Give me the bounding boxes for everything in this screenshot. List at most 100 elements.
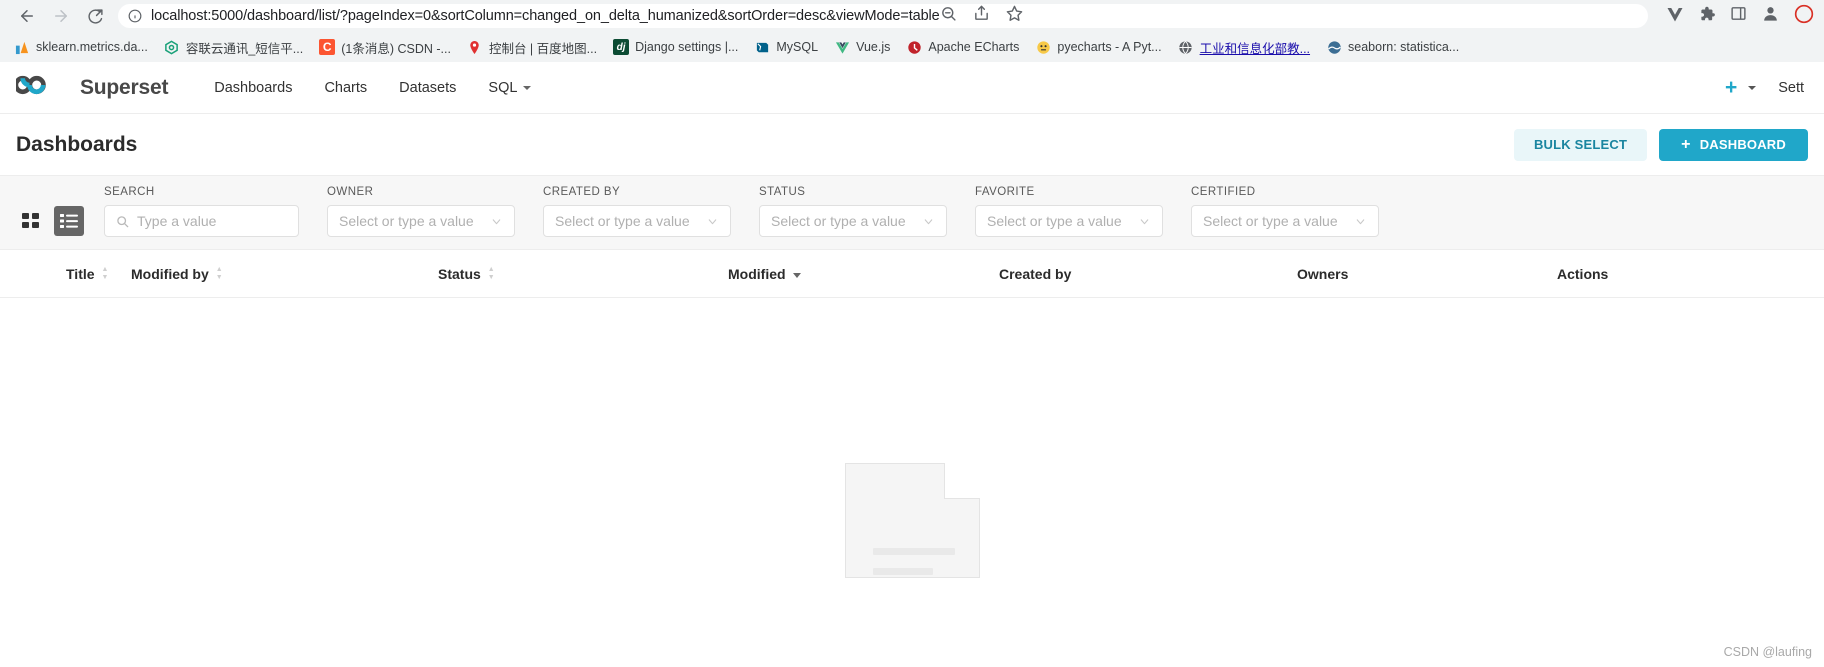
filter-created-by: CREATED BY Select or type a value (543, 186, 731, 237)
bookmarks-bar: sklearn.metrics.da... 容联云通讯_短信平... C (1条… (0, 32, 1824, 62)
certified-placeholder: Select or type a value (1203, 213, 1338, 229)
forward-button[interactable] (44, 1, 78, 31)
column-label: Modified by (131, 265, 209, 282)
nav-link-sql[interactable]: SQL (472, 74, 547, 102)
table-header-row: Title ▲ ▼ Modified by ▲ ▼ Status ▲ ▼ Modifi… (0, 250, 1824, 298)
bookmark-item[interactable]: dj Django settings |... (605, 36, 746, 58)
dashboards-table: Title ▲ ▼ Modified by ▲ ▼ Status ▲ ▼ Modifi… (0, 250, 1824, 578)
vue-devtools-icon[interactable] (1666, 5, 1684, 28)
bookmark-item[interactable]: pyecharts - A Pyt... (1027, 36, 1169, 58)
bookmark-label: Apache ECharts (928, 40, 1020, 54)
bookmark-label: pyecharts - A Pyt... (1057, 40, 1162, 54)
column-label: Owners (1297, 265, 1349, 282)
zoom-out-icon[interactable] (940, 5, 957, 27)
column-header-title[interactable]: Title ▲ ▼ (16, 266, 131, 282)
new-item-dropdown[interactable]: + (1725, 77, 1757, 98)
bookmark-label: (1条消息) CSDN -... (341, 41, 451, 56)
bookmark-item[interactable]: 工业和信息化部教... (1170, 35, 1318, 60)
filter-bar: SEARCH Type a value OWNER Select or type… (0, 176, 1824, 250)
filter-label: STATUS (759, 186, 806, 198)
echarts-icon (906, 39, 922, 55)
bookmark-label: Vue.js (856, 40, 891, 54)
document-fold (943, 463, 980, 499)
filters: SEARCH Type a value OWNER Select or type… (104, 186, 1808, 237)
navbar-right: + Sett (1725, 77, 1808, 98)
nav-link-datasets[interactable]: Datasets (383, 74, 472, 102)
new-dashboard-button[interactable]: + DASHBOARD (1659, 128, 1808, 161)
certified-select[interactable]: Select or type a value (1191, 205, 1379, 237)
search-icon (116, 215, 129, 228)
filter-label: FAVORITE (975, 186, 1035, 198)
profile-avatar-icon[interactable] (1761, 4, 1780, 28)
bookmark-item[interactable]: Vue.js (826, 36, 898, 58)
sort-desc-icon (792, 272, 801, 278)
page-header: Dashboards BULK SELECT + DASHBOARD (0, 114, 1824, 176)
bulk-select-button[interactable]: BULK SELECT (1513, 128, 1648, 161)
list-view-toggle[interactable] (54, 206, 84, 236)
column-label: Actions (1557, 265, 1609, 282)
navbar-links: Dashboards Charts Datasets SQL (198, 74, 547, 102)
bookmark-item[interactable]: MySQL (746, 36, 826, 58)
bookmark-item[interactable]: seaborn: statistica... (1318, 36, 1467, 58)
globe-icon (1178, 39, 1194, 55)
chevron-down-icon (490, 215, 503, 228)
share-icon[interactable] (973, 5, 990, 27)
settings-menu[interactable]: Sett (1778, 80, 1804, 96)
bookmark-label: 工业和信息化部教... (1199, 41, 1311, 56)
chevron-down-icon (706, 215, 719, 228)
document-line (872, 568, 933, 575)
bookmark-star-icon[interactable] (1006, 5, 1023, 27)
column-label: Created by (999, 265, 1072, 282)
superset-brand[interactable]: Superset (13, 73, 169, 102)
card-view-toggle[interactable] (16, 206, 46, 236)
search-placeholder: Type a value (137, 213, 217, 229)
chrome-menu-icon[interactable] (1794, 4, 1814, 29)
filter-certified: CERTIFIED Select or type a value (1191, 186, 1379, 237)
side-panel-icon[interactable] (1730, 5, 1747, 27)
search-input[interactable]: Type a value (104, 205, 299, 237)
address-bar[interactable]: localhost:5000/dashboard/list/?pageIndex… (118, 4, 1648, 28)
site-information-icon[interactable] (128, 9, 142, 23)
column-header-modified-by[interactable]: Modified by ▲ ▼ (131, 266, 438, 282)
owner-placeholder: Select or type a value (339, 213, 474, 229)
owner-select[interactable]: Select or type a value (327, 205, 515, 237)
reload-button[interactable] (78, 1, 112, 31)
column-header-status[interactable]: Status ▲ ▼ (438, 266, 728, 282)
bookmark-label: sklearn.metrics.da... (36, 40, 148, 54)
chevron-down-icon (523, 85, 532, 90)
filter-status: STATUS Select or type a value (759, 186, 947, 237)
bookmark-item[interactable]: C (1条消息) CSDN -... (311, 35, 459, 60)
bookmark-item[interactable]: 控制台 | 百度地图... (459, 35, 605, 60)
empty-document-icon (844, 463, 980, 578)
superset-infinity-logo (13, 73, 70, 102)
watermark: CSDN @laufing (1723, 645, 1812, 659)
brand-name: Superset (80, 75, 169, 99)
bookmark-item[interactable]: Apache ECharts (898, 36, 1027, 58)
nav-link-label: SQL (488, 79, 518, 96)
bookmark-item[interactable]: sklearn.metrics.da... (6, 36, 156, 58)
bookmark-item[interactable]: 容联云通讯_短信平... (156, 35, 311, 60)
omnibox-actions (940, 5, 1027, 27)
status-select[interactable]: Select or type a value (759, 205, 947, 237)
bookmark-label: MySQL (776, 40, 819, 54)
screenshot-root: localhost:5000/dashboard/list/?pageIndex… (0, 0, 1824, 667)
bookmark-label: 容联云通讯_短信平... (185, 41, 304, 56)
created-by-select[interactable]: Select or type a value (543, 205, 731, 237)
superset-navbar: Superset Dashboards Charts Datasets SQL … (0, 62, 1824, 114)
filter-search: SEARCH Type a value (104, 186, 299, 237)
chevron-down-icon (1748, 85, 1757, 90)
column-header-modified[interactable]: Modified (728, 266, 999, 282)
new-dashboard-label: DASHBOARD (1699, 137, 1786, 152)
nav-link-label: Charts (324, 79, 368, 96)
browser-toolbar: localhost:5000/dashboard/list/?pageIndex… (0, 0, 1824, 32)
nav-link-dashboards[interactable]: Dashboards (198, 74, 308, 102)
bookmark-label: Django settings |... (635, 40, 739, 54)
extensions-puzzle-icon[interactable] (1698, 5, 1716, 28)
back-button[interactable] (10, 1, 44, 31)
ronglian-icon (164, 39, 180, 55)
superset-app: Superset Dashboards Charts Datasets SQL … (0, 62, 1824, 578)
created-by-placeholder: Select or type a value (555, 213, 690, 229)
nav-link-charts[interactable]: Charts (308, 74, 383, 102)
favorite-select[interactable]: Select or type a value (975, 205, 1163, 237)
column-header-created-by: Created by (999, 266, 1297, 282)
